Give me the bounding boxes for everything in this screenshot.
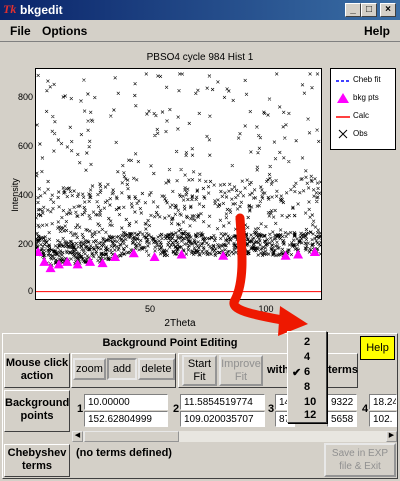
- close-icon[interactable]: ×: [380, 3, 396, 17]
- plot-title: PBSO4 cycle 984 Hist 1: [146, 52, 254, 63]
- save-exit-button[interactable]: Save in EXP file & Exit: [324, 443, 396, 477]
- point-y-field-tail[interactable]: 5658: [327, 411, 357, 427]
- terms-option[interactable]: 2: [288, 335, 326, 350]
- annotation-arrow: [229, 213, 308, 336]
- scrollbar-thumb[interactable]: [84, 431, 179, 442]
- point-y-field[interactable]: 152.62804999: [84, 411, 168, 427]
- legend-item-bkg: bkg pts: [335, 91, 395, 105]
- legend-item-obs: Obs: [335, 127, 395, 141]
- point-index: 2: [173, 403, 180, 415]
- legend-label: Calc: [353, 111, 370, 120]
- mouse-click-label-box: Mouse click action: [4, 353, 70, 388]
- add-button[interactable]: add: [107, 358, 137, 380]
- point-x-field[interactable]: 18.24: [369, 394, 397, 410]
- point-y-field[interactable]: 102.: [369, 411, 397, 427]
- y-tick-label: 400: [17, 190, 33, 200]
- bkg-point: [39, 256, 50, 266]
- point-index: 4: [362, 403, 369, 415]
- point-x-field-tail[interactable]: 9322: [327, 394, 357, 410]
- title-bar: Tk bkgedit _ □ ×: [0, 0, 400, 20]
- legend-label: Obs: [353, 129, 368, 138]
- minimize-icon[interactable]: _: [345, 3, 361, 17]
- terms-option[interactable]: 12: [288, 408, 326, 423]
- y-axis-label-wrap: Intensity: [5, 170, 20, 230]
- legend: Cheb fit bkg pts Calc Obs: [330, 68, 396, 150]
- bkg-point: [149, 251, 160, 261]
- with-label: with: [267, 364, 289, 376]
- legend-label: bkg pts: [353, 93, 379, 102]
- menu-bar: File Options Help: [0, 20, 400, 42]
- horizontal-scrollbar[interactable]: ◀ ▶: [72, 431, 397, 442]
- terms-option[interactable]: 8: [288, 380, 326, 395]
- window-title: bkgedit: [20, 3, 63, 17]
- point-x-field[interactable]: 11.5854519774: [180, 394, 265, 410]
- tk-logo: Tk: [3, 2, 17, 16]
- point-y-field[interactable]: 109.020035707: [180, 411, 265, 427]
- legend-item-cheb: Cheb fit: [335, 73, 395, 87]
- chebyshev-label-box: Chebyshev terms: [4, 444, 70, 477]
- bg-points-label-box: Background points: [4, 390, 70, 432]
- menu-help[interactable]: Help: [364, 24, 390, 38]
- zoom-button[interactable]: zoom: [73, 358, 106, 380]
- point-index: 1: [77, 403, 84, 415]
- terms-label: terms: [328, 364, 358, 376]
- terms-option-selected[interactable]: ✔ 6: [288, 365, 326, 380]
- mouse-click-label: Mouse click action: [5, 357, 69, 382]
- legend-item-calc: Calc: [335, 109, 395, 123]
- scroll-right-icon[interactable]: ▶: [386, 431, 397, 442]
- x-tick-label: 50: [144, 304, 155, 314]
- help-button[interactable]: Help: [360, 336, 395, 360]
- terms-option[interactable]: 4: [288, 350, 326, 365]
- chebyshev-value: (no terms defined): [76, 447, 172, 459]
- y-tick-label: 800: [17, 92, 33, 102]
- delete-button[interactable]: delete: [138, 358, 175, 380]
- bkg-point: [72, 259, 83, 269]
- y-tick-label: 600: [17, 141, 33, 151]
- improve-fit-button[interactable]: Improve Fit: [219, 355, 263, 386]
- y-tick-label: 0: [27, 286, 33, 296]
- check-icon: ✔: [292, 367, 302, 379]
- maximize-icon[interactable]: □: [361, 3, 377, 17]
- point-index: 3: [268, 403, 275, 415]
- menu-options[interactable]: Options: [42, 24, 87, 38]
- menu-file[interactable]: File: [10, 24, 31, 38]
- scroll-left-icon[interactable]: ◀: [72, 431, 83, 442]
- point-x-field[interactable]: 10.00000: [84, 394, 168, 410]
- y-tick-label: 200: [17, 239, 33, 249]
- chebyshev-label: Chebyshev terms: [7, 447, 67, 472]
- legend-label: Cheb fit: [353, 75, 381, 84]
- terms-dropdown-menu: 2 4 ✔ 6 8 10 12: [287, 331, 327, 423]
- bg-points-label: Background points: [5, 397, 70, 422]
- start-fit-button[interactable]: Start Fit: [182, 355, 217, 386]
